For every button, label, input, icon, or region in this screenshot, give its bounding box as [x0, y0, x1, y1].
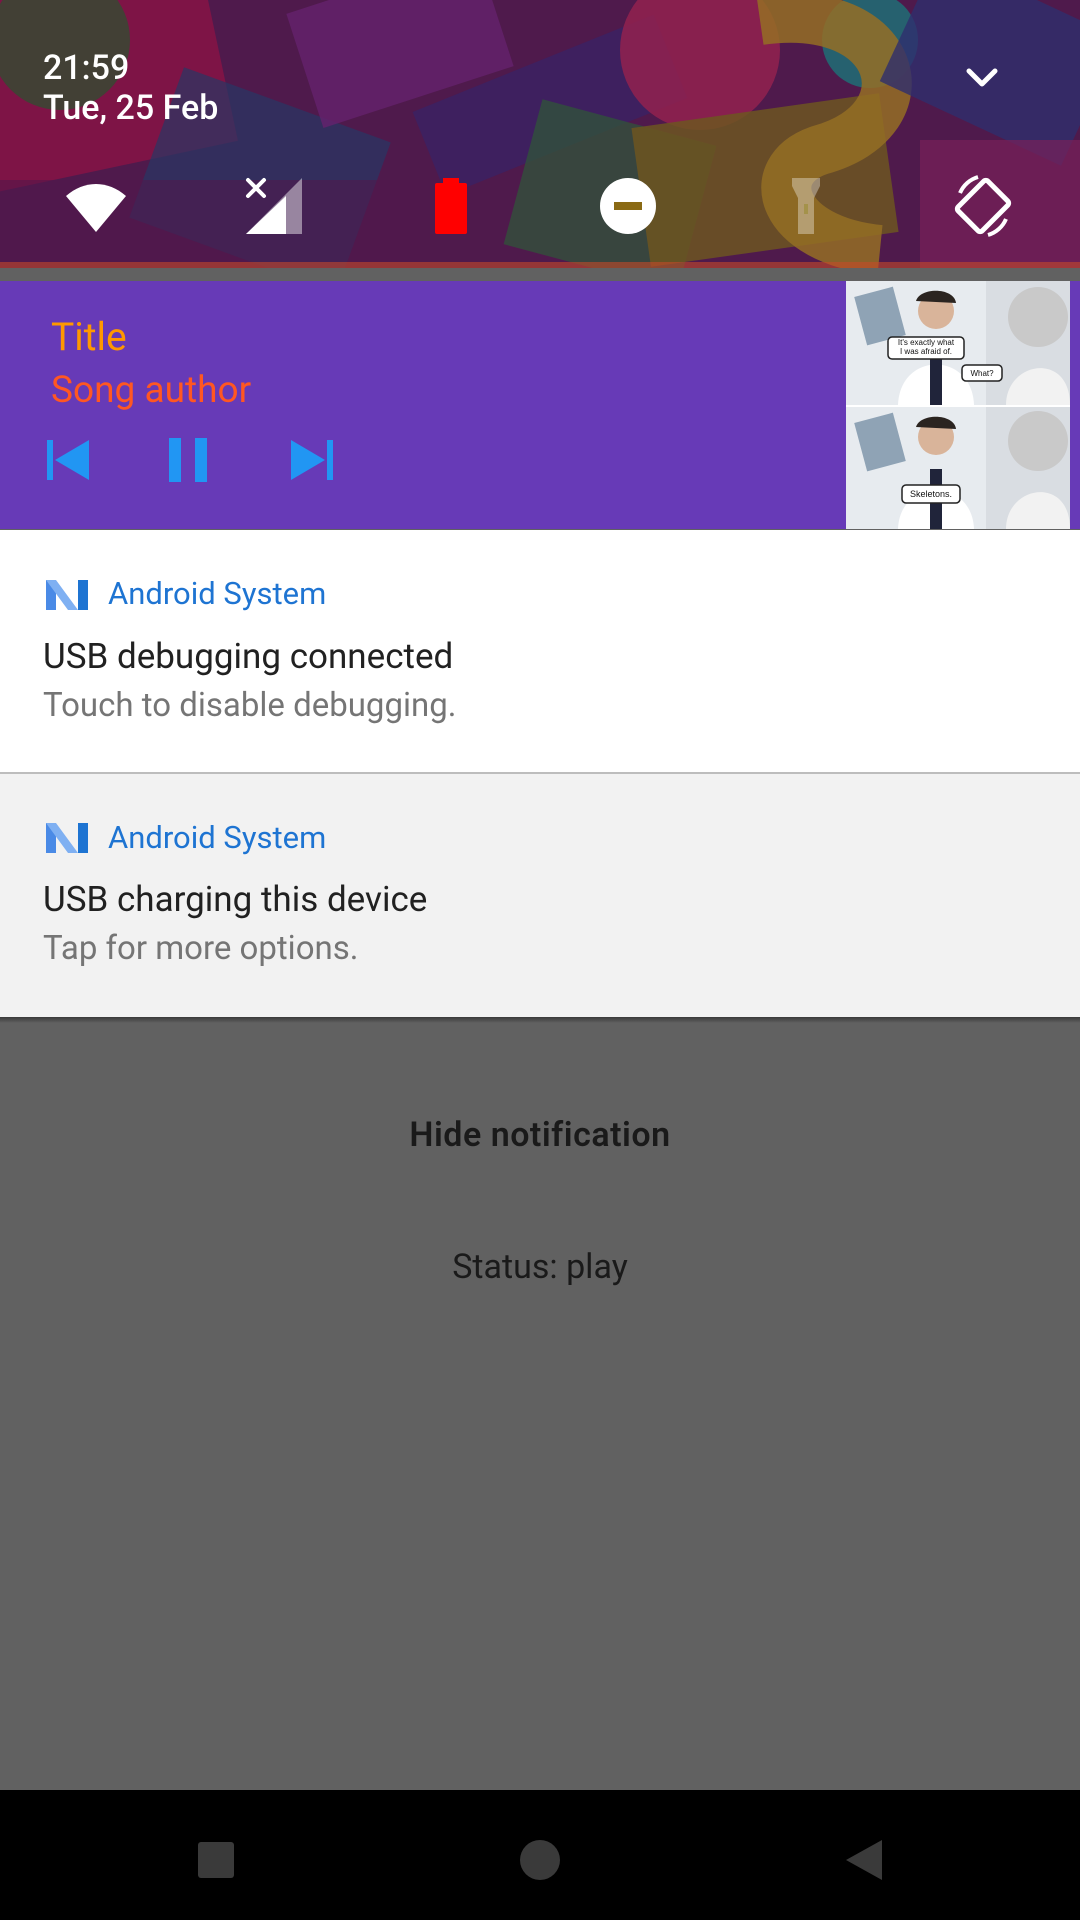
clock-time: 21:59 — [43, 48, 130, 88]
notification-title: USB charging this device — [43, 879, 428, 920]
notification-app-name: Android System — [108, 575, 327, 612]
notification-text: Touch to disable debugging. — [43, 686, 457, 725]
album-art: It's exactly what I was afraid of. What?… — [846, 281, 1070, 529]
back-triangle-icon[interactable] — [834, 1830, 894, 1890]
hide-notification-button[interactable]: Hide notification — [340, 1100, 740, 1170]
bubble-text-1a: It's exactly what — [898, 338, 955, 347]
recents-square-icon[interactable] — [186, 1830, 246, 1890]
clock-date: Tue, 25 Feb — [43, 88, 219, 128]
status-text: Status: play — [452, 1247, 628, 1287]
do-not-disturb-icon[interactable] — [582, 160, 674, 252]
media-edge — [1070, 281, 1080, 529]
home-circle-icon[interactable] — [510, 1830, 570, 1890]
auto-rotate-icon[interactable] — [937, 160, 1029, 252]
android-n-icon — [46, 580, 88, 610]
notification-shadow — [0, 1017, 1080, 1023]
notification-usb-debugging[interactable]: Android System USB debugging connected T… — [0, 530, 1080, 773]
media-title: Title — [51, 314, 127, 360]
quick-settings-header: 21:59 Tue, 25 Feb — [0, 0, 1080, 268]
notification-app-name: Android System — [108, 819, 327, 856]
bubble-text-2: What? — [970, 369, 994, 378]
pause-icon[interactable] — [156, 428, 220, 492]
skip-next-icon[interactable] — [280, 428, 344, 492]
chevron-down-icon[interactable] — [960, 56, 1004, 100]
skip-previous-icon[interactable] — [36, 428, 100, 492]
notification-title: USB debugging connected — [43, 636, 454, 677]
wifi-icon[interactable] — [50, 160, 142, 252]
cellular-no-signal-icon[interactable] — [228, 160, 320, 252]
quick-settings-tiles — [0, 160, 1080, 252]
android-n-icon — [46, 823, 88, 853]
bubble-text-3: Skeletons. — [910, 489, 952, 499]
battery-icon[interactable] — [405, 160, 497, 252]
media-artist: Song author — [51, 369, 252, 412]
bubble-text-1b: I was afraid of. — [900, 347, 952, 356]
flashlight-icon[interactable] — [760, 160, 852, 252]
notification-text: Tap for more options. — [43, 929, 359, 968]
screen: 21:59 Tue, 25 Feb Title Song author It's… — [0, 0, 1080, 1920]
notification-usb-charging[interactable]: Android System USB charging this device … — [0, 774, 1080, 1017]
